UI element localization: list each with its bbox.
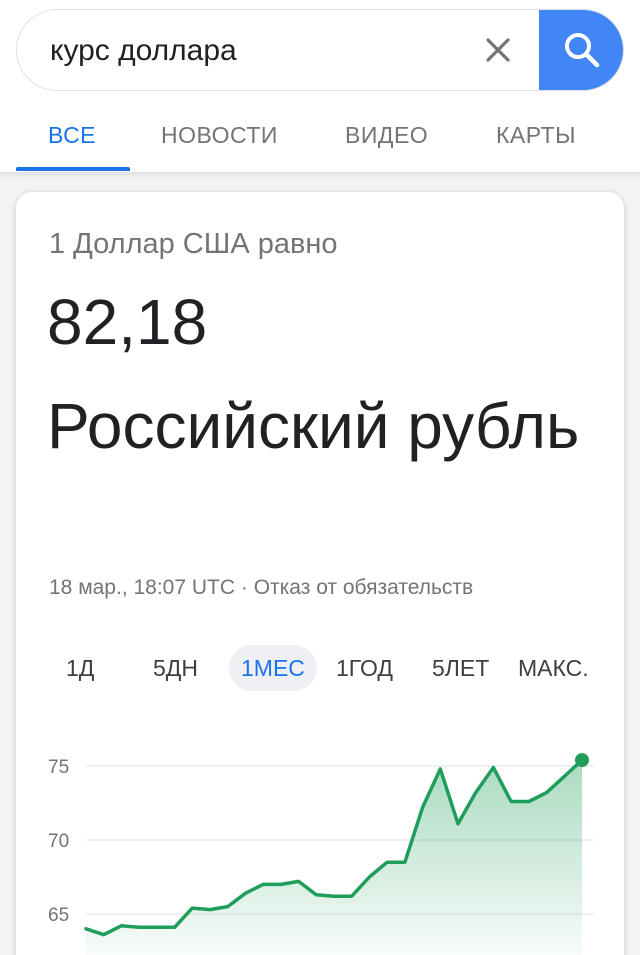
search-input[interactable]: курс доллара (50, 32, 237, 70)
tab-news[interactable]: НОВОСТИ (161, 122, 278, 149)
close-icon[interactable] (485, 37, 511, 63)
search-button[interactable] (539, 10, 623, 90)
range-1m[interactable]: 1МЕС (229, 645, 317, 691)
time-range-selector: 1Д 5ДН 1МЕС 1ГОД 5ЛЕТ МАКС. (16, 640, 624, 691)
currency-converter-card: 1 Доллар США равно 82,18 Российский рубл… (16, 192, 624, 955)
range-5d[interactable]: 5ДН (153, 645, 198, 691)
search-icon[interactable] (562, 30, 602, 70)
search-box[interactable]: курс доллара (16, 9, 624, 91)
y-tick-label: 75 (48, 757, 69, 778)
range-1y[interactable]: 1ГОД (336, 645, 393, 691)
source-amount-label: 1 Доллар США равно (49, 228, 338, 260)
range-max[interactable]: МАКС. (518, 645, 589, 691)
top-bar: курс доллара ВСЕ НОВОСТИ ВИДЕО КАРТЫ (0, 0, 640, 172)
price-chart: 75 70 65 (48, 753, 594, 955)
tab-all[interactable]: ВСЕ (48, 122, 96, 149)
y-tick-label: 70 (48, 831, 69, 852)
rate-timestamp-disclaimer[interactable]: 18 мар., 18:07 UTC · Отказ от обязательс… (49, 576, 473, 600)
range-5y[interactable]: 5ЛЕТ (432, 645, 489, 691)
exchange-rate-value: 82,18 (47, 286, 208, 358)
tab-maps[interactable]: КАРТЫ (496, 122, 576, 149)
clear-button[interactable] (475, 27, 521, 73)
tab-video[interactable]: ВИДЕО (345, 122, 428, 149)
active-tab-indicator (16, 167, 130, 171)
y-tick-label: 65 (48, 905, 69, 926)
search-tabs: ВСЕ НОВОСТИ ВИДЕО КАРТЫ (0, 110, 640, 172)
target-currency-name: Российский рубль (47, 390, 580, 462)
chart-current-point (575, 753, 589, 768)
range-1d[interactable]: 1Д (66, 645, 94, 691)
